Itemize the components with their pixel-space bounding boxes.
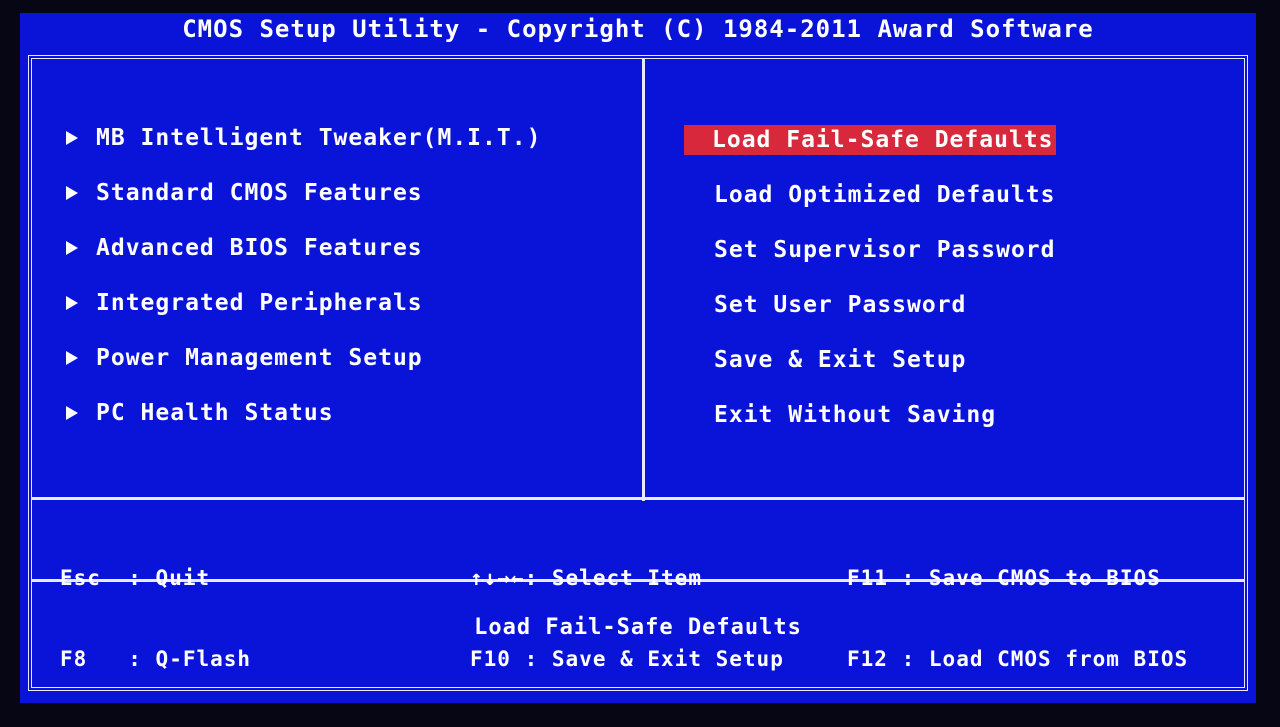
menu-item-label: Exit Without Saving: [714, 402, 997, 428]
menu-item-label: Set User Password: [714, 292, 967, 318]
menu-item-exit-without-saving[interactable]: Exit Without Saving: [684, 400, 1058, 455]
key-label: F8: [60, 647, 88, 671]
key-hint-arrows: ↑↓→←: Select Item: [470, 566, 702, 590]
key-action: Select Item: [551, 566, 702, 590]
menu-item-label: Integrated Peripherals: [96, 290, 423, 316]
menu-item-mit[interactable]: MB Intelligent Tweaker(M.I.T.): [66, 125, 541, 180]
bios-title: CMOS Setup Utility - Copyright (C) 1984-…: [182, 15, 1094, 43]
bios-screen: CMOS Setup Utility - Copyright (C) 1984-…: [20, 13, 1256, 703]
right-menu: Load Fail-Safe Defaults Load Optimized D…: [684, 125, 1058, 455]
arrow-keys-icon: ↑↓→←: [470, 566, 525, 590]
key-action: Quit: [155, 566, 211, 590]
menu-item-label: Advanced BIOS Features: [96, 235, 423, 261]
menu-item-label: Load Optimized Defaults: [714, 182, 1056, 208]
menu-item-integrated-peripherals[interactable]: Integrated Peripherals: [66, 290, 541, 345]
key-action: Load CMOS from BIOS: [928, 647, 1189, 671]
key-label: F12: [847, 647, 888, 671]
key-label: Esc: [60, 566, 101, 590]
key-hint-f10: F10 : Save & Exit Setup: [470, 647, 784, 671]
menu-item-label: Load Fail-Safe Defaults: [684, 125, 1056, 155]
key-action: Save & Exit Setup: [551, 647, 784, 671]
main-frame: MB Intelligent Tweaker(M.I.T.) Standard …: [28, 55, 1248, 691]
menu-item-power-management[interactable]: Power Management Setup: [66, 345, 541, 400]
left-menu: MB Intelligent Tweaker(M.I.T.) Standard …: [66, 125, 541, 455]
key-hint-f11: F11 : Save CMOS to BIOS: [847, 566, 1161, 590]
menu-item-supervisor-password[interactable]: Set Supervisor Password: [684, 235, 1058, 290]
submenu-arrow-icon: [66, 131, 78, 145]
key-action: Save CMOS to BIOS: [928, 566, 1161, 590]
menu-item-standard-cmos[interactable]: Standard CMOS Features: [66, 180, 541, 235]
menu-item-label: Save & Exit Setup: [714, 347, 967, 373]
item-help-status: Load Fail-Safe Defaults: [474, 615, 802, 640]
menu-item-load-fail-safe[interactable]: Load Fail-Safe Defaults: [684, 125, 1058, 180]
submenu-arrow-icon: [66, 186, 78, 200]
menu-item-label: Power Management Setup: [96, 345, 423, 371]
menu-item-save-exit[interactable]: Save & Exit Setup: [684, 345, 1058, 400]
column-divider: [642, 59, 646, 501]
submenu-arrow-icon: [66, 406, 78, 420]
key-hint-f12: F12 : Load CMOS from BIOS: [847, 647, 1189, 671]
submenu-arrow-icon: [66, 351, 78, 365]
menu-divider: [32, 497, 1244, 500]
key-hint-f8: F8 : Q-Flash: [60, 647, 252, 671]
key-action: Q-Flash: [155, 647, 252, 671]
menu-item-label: Set Supervisor Password: [714, 237, 1056, 263]
menu-item-user-password[interactable]: Set User Password: [684, 290, 1058, 345]
menu-item-label: Standard CMOS Features: [96, 180, 423, 206]
key-hint-esc: Esc : Quit: [60, 566, 211, 590]
menu-item-label: PC Health Status: [96, 400, 334, 426]
submenu-arrow-icon: [66, 241, 78, 255]
menu-item-advanced-bios[interactable]: Advanced BIOS Features: [66, 235, 541, 290]
menu-item-label: MB Intelligent Tweaker(M.I.T.): [96, 125, 542, 151]
submenu-arrow-icon: [66, 296, 78, 310]
key-label: F11: [847, 566, 888, 590]
menu-item-pc-health[interactable]: PC Health Status: [66, 400, 541, 455]
menu-item-load-optimized[interactable]: Load Optimized Defaults: [684, 180, 1058, 235]
key-label: F10: [470, 647, 511, 671]
